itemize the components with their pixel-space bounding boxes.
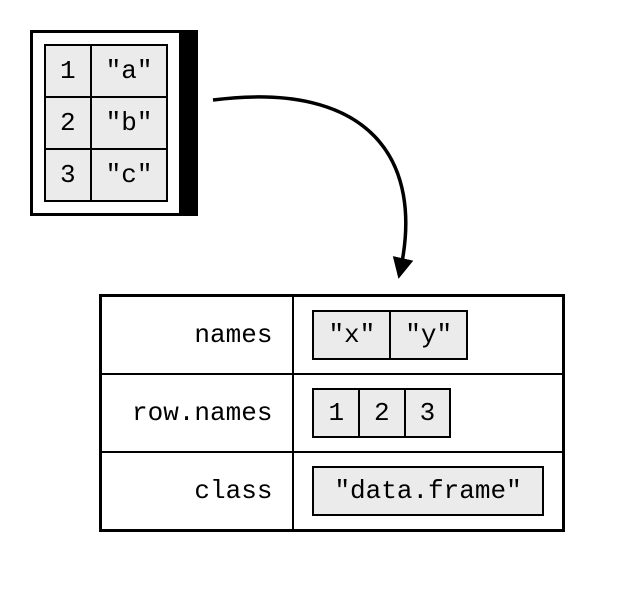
attr-label-rownames: row.names	[101, 374, 293, 452]
source-cell-2-0: 3	[44, 148, 92, 202]
attr-value-class: "data.frame"	[293, 452, 562, 530]
rownames-cell-2: 3	[406, 390, 450, 436]
attributes-table: names "x" "y" row.names 1 2 3 class "dat…	[99, 294, 565, 532]
attr-label-class: class	[101, 452, 293, 530]
class-value: "data.frame"	[314, 468, 541, 514]
source-cell-1-0: 2	[44, 96, 92, 150]
attr-value-rownames: 1 2 3	[293, 374, 562, 452]
source-cell-2-1: "c"	[90, 148, 169, 202]
source-data-frame: 1 "a" 2 "b" 3 "c"	[30, 30, 198, 216]
names-cell-1: "y"	[391, 312, 466, 358]
source-grid: 1 "a" 2 "b" 3 "c"	[33, 33, 179, 213]
rownames-vector: 1 2 3	[312, 388, 451, 438]
rownames-cell-1: 2	[360, 390, 406, 436]
class-value-box: "data.frame"	[312, 466, 543, 516]
source-cell-0-1: "a"	[90, 44, 169, 98]
source-cell-0-0: 1	[44, 44, 92, 98]
names-cell-0: "x"	[314, 312, 391, 358]
attributes-handle	[179, 33, 195, 213]
source-cell-1-1: "b"	[90, 96, 169, 150]
attr-value-names: "x" "y"	[293, 296, 562, 374]
attr-label-names: names	[101, 296, 293, 374]
rownames-cell-0: 1	[314, 390, 360, 436]
names-vector: "x" "y"	[312, 310, 468, 360]
